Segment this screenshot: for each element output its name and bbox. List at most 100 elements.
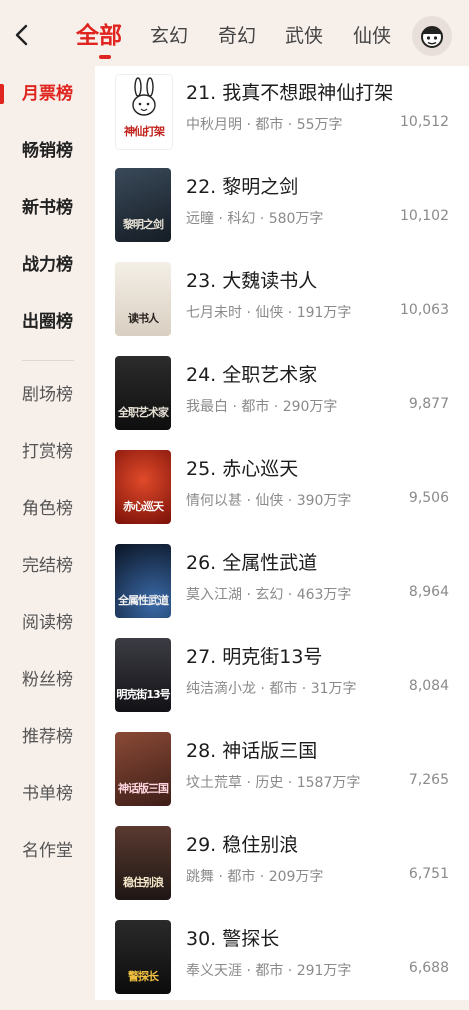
cover-title-text: 黎明之剑 (123, 218, 164, 231)
sidebar-item-label: 出圈榜 (22, 312, 73, 332)
user-avatar-button[interactable] (412, 16, 452, 56)
sidebar-item-label: 打赏榜 (22, 442, 73, 462)
book-list-item[interactable]: 赤心巡天 25. 赤心巡天 情何以甚 · 仙侠 · 390万字 9,506 (95, 446, 469, 540)
top-bar: 全部 玄幻 奇幻 武侠 仙侠 (0, 0, 469, 66)
book-cover: 读书人 (115, 262, 171, 336)
sidebar-item-label: 书单榜 (22, 784, 73, 804)
sidebar-item-new-books[interactable]: 新书榜 (0, 180, 95, 236)
sidebar-item-label: 完结榜 (22, 556, 73, 576)
book-cover: 全职艺术家 (115, 356, 171, 430)
book-list-item[interactable]: 警探长 30. 警探长 奉义天涯 · 都市 · 291万字 6,688 (95, 916, 469, 1010)
monthly-ticket-count: 8,964 (408, 584, 449, 600)
sidebar-item-monthly-ticket[interactable]: 月票榜 (0, 66, 95, 122)
book-list-item[interactable]: 明克街13号 27. 明克街13号 纯洁滴小龙 · 都市 · 31万字 8,08… (95, 634, 469, 728)
cover-title-text: 神话版三国 (118, 782, 169, 795)
sidebar-item-hall-of-fame[interactable]: 名作堂 (0, 823, 95, 879)
sidebar-item-label: 名作堂 (22, 841, 73, 861)
ranking-list: 神仙打架 21. 我真不想跟神仙打架 中秋月明 · 都市 · 55万字 10,5… (95, 66, 469, 1000)
cover-title-text: 赤心巡天 (123, 500, 164, 513)
book-title: 23. 大魏读书人 (186, 270, 318, 292)
active-tab-indicator (99, 55, 111, 59)
rabbit-illustration (132, 77, 156, 116)
book-list-item[interactable]: 全属性武道 26. 全属性武道 莫入江湖 · 玄幻 · 463万字 8,964 (95, 540, 469, 634)
book-cover: 黎明之剑 (115, 168, 171, 242)
book-meta: 莫入江湖 · 玄幻 · 463万字 (186, 587, 352, 603)
monthly-ticket-count: 10,512 (400, 114, 449, 130)
book-title: 29. 稳住别浪 (186, 834, 299, 856)
book-list-item[interactable]: 神仙打架 21. 我真不想跟神仙打架 中秋月明 · 都市 · 55万字 10,5… (95, 70, 469, 164)
cover-title-text: 警探长 (128, 970, 159, 983)
book-meta: 奉义天涯 · 都市 · 291万字 (186, 963, 352, 979)
tab-all[interactable]: 全部 (76, 14, 122, 58)
sidebar-item-label: 阅读榜 (22, 613, 73, 633)
tab-qihuan[interactable]: 奇幻 (218, 14, 256, 58)
cover-title-text: 明克街13号 (116, 688, 170, 701)
book-title: 27. 明克街13号 (186, 646, 323, 668)
cover-title-text: 全职艺术家 (118, 406, 169, 419)
sidebar-item-character[interactable]: 角色榜 (0, 481, 95, 537)
cover-title-text: 神仙打架 (124, 125, 165, 138)
monthly-ticket-count: 6,688 (408, 960, 449, 976)
sidebar-item-recommend[interactable]: 推荐榜 (0, 709, 95, 765)
tab-wuxia[interactable]: 武侠 (285, 14, 323, 58)
sidebar-item-power[interactable]: 战力榜 (0, 237, 95, 293)
book-meta: 坟土荒草 · 历史 · 1587万字 (186, 775, 361, 791)
sidebar-item-booklist[interactable]: 书单榜 (0, 766, 95, 822)
book-cover: 赤心巡天 (115, 450, 171, 524)
sidebar-item-breakout[interactable]: 出圈榜 (0, 294, 95, 350)
book-title: 28. 神话版三国 (186, 740, 318, 762)
book-title: 30. 警探长 (186, 928, 280, 950)
book-list-item[interactable]: 读书人 23. 大魏读书人 七月未时 · 仙侠 · 191万字 10,063 (95, 258, 469, 352)
book-meta: 跳舞 · 都市 · 209万字 (186, 869, 324, 885)
book-cover: 神仙打架 (115, 74, 173, 150)
sidebar-item-bestseller[interactable]: 畅销榜 (0, 123, 95, 179)
monthly-ticket-count: 10,102 (400, 208, 449, 224)
monthly-ticket-count: 6,751 (408, 866, 449, 882)
book-meta: 我最白 · 都市 · 290万字 (186, 399, 338, 415)
book-meta: 远瞳 · 科幻 · 580万字 (186, 211, 324, 227)
sidebar-item-label: 新书榜 (22, 198, 73, 218)
sidebar-item-label: 推荐榜 (22, 727, 73, 747)
book-meta: 情何以甚 · 仙侠 · 390万字 (186, 493, 352, 509)
ranking-sidebar: 月票榜 畅销榜 新书榜 战力榜 出圈榜 剧场榜 打赏榜 角色榜 完结榜 阅读榜 … (0, 66, 95, 1000)
book-list-item[interactable]: 神话版三国 28. 神话版三国 坟土荒草 · 历史 · 1587万字 7,265 (95, 728, 469, 822)
chevron-left-icon (15, 24, 28, 46)
book-list-item[interactable]: 黎明之剑 22. 黎明之剑 远瞳 · 科幻 · 580万字 10,102 (95, 164, 469, 258)
sidebar-item-reward[interactable]: 打赏榜 (0, 424, 95, 480)
book-meta: 七月未时 · 仙侠 · 191万字 (186, 305, 352, 321)
back-button[interactable] (10, 20, 36, 50)
book-list-item[interactable]: 全职艺术家 24. 全职艺术家 我最白 · 都市 · 290万字 9,877 (95, 352, 469, 446)
sidebar-item-reading[interactable]: 阅读榜 (0, 595, 95, 651)
book-title: 26. 全属性武道 (186, 552, 318, 574)
monthly-ticket-count: 8,084 (408, 678, 449, 694)
sidebar-item-label: 剧场榜 (22, 385, 73, 405)
sidebar-item-label: 畅销榜 (22, 141, 73, 161)
active-sidebar-indicator (0, 84, 4, 104)
book-title: 22. 黎明之剑 (186, 176, 299, 198)
book-meta: 纯洁滴小龙 · 都市 · 31万字 (186, 681, 357, 697)
sidebar-item-label: 粉丝榜 (22, 670, 73, 690)
book-title: 24. 全职艺术家 (186, 364, 318, 386)
sidebar-item-theater[interactable]: 剧场榜 (0, 367, 95, 423)
sidebar-item-completed[interactable]: 完结榜 (0, 538, 95, 594)
book-cover: 稳住别浪 (115, 826, 171, 900)
tab-xuanhuan[interactable]: 玄幻 (150, 14, 188, 58)
book-list-item[interactable]: 稳住别浪 29. 稳住别浪 跳舞 · 都市 · 209万字 6,751 (95, 822, 469, 916)
book-cover: 明克街13号 (115, 638, 171, 712)
monthly-ticket-count: 10,063 (400, 302, 449, 318)
cover-title-text: 读书人 (128, 312, 159, 325)
tab-xianxia[interactable]: 仙侠 (353, 14, 391, 58)
book-meta: 中秋月明 · 都市 · 55万字 (186, 117, 343, 133)
sidebar-item-label: 角色榜 (22, 499, 73, 519)
monthly-ticket-count: 7,265 (408, 772, 449, 788)
sidebar-item-fans[interactable]: 粉丝榜 (0, 652, 95, 708)
book-cover: 神话版三国 (115, 732, 171, 806)
cover-title-text: 全属性武道 (118, 594, 169, 607)
cover-title-text: 稳住别浪 (123, 876, 164, 889)
book-cover: 警探长 (115, 920, 171, 994)
sidebar-divider (22, 360, 74, 361)
book-cover: 全属性武道 (115, 544, 171, 618)
book-title: 21. 我真不想跟神仙打架 (186, 82, 394, 104)
monthly-ticket-count: 9,506 (408, 490, 449, 506)
book-title: 25. 赤心巡天 (186, 458, 299, 480)
